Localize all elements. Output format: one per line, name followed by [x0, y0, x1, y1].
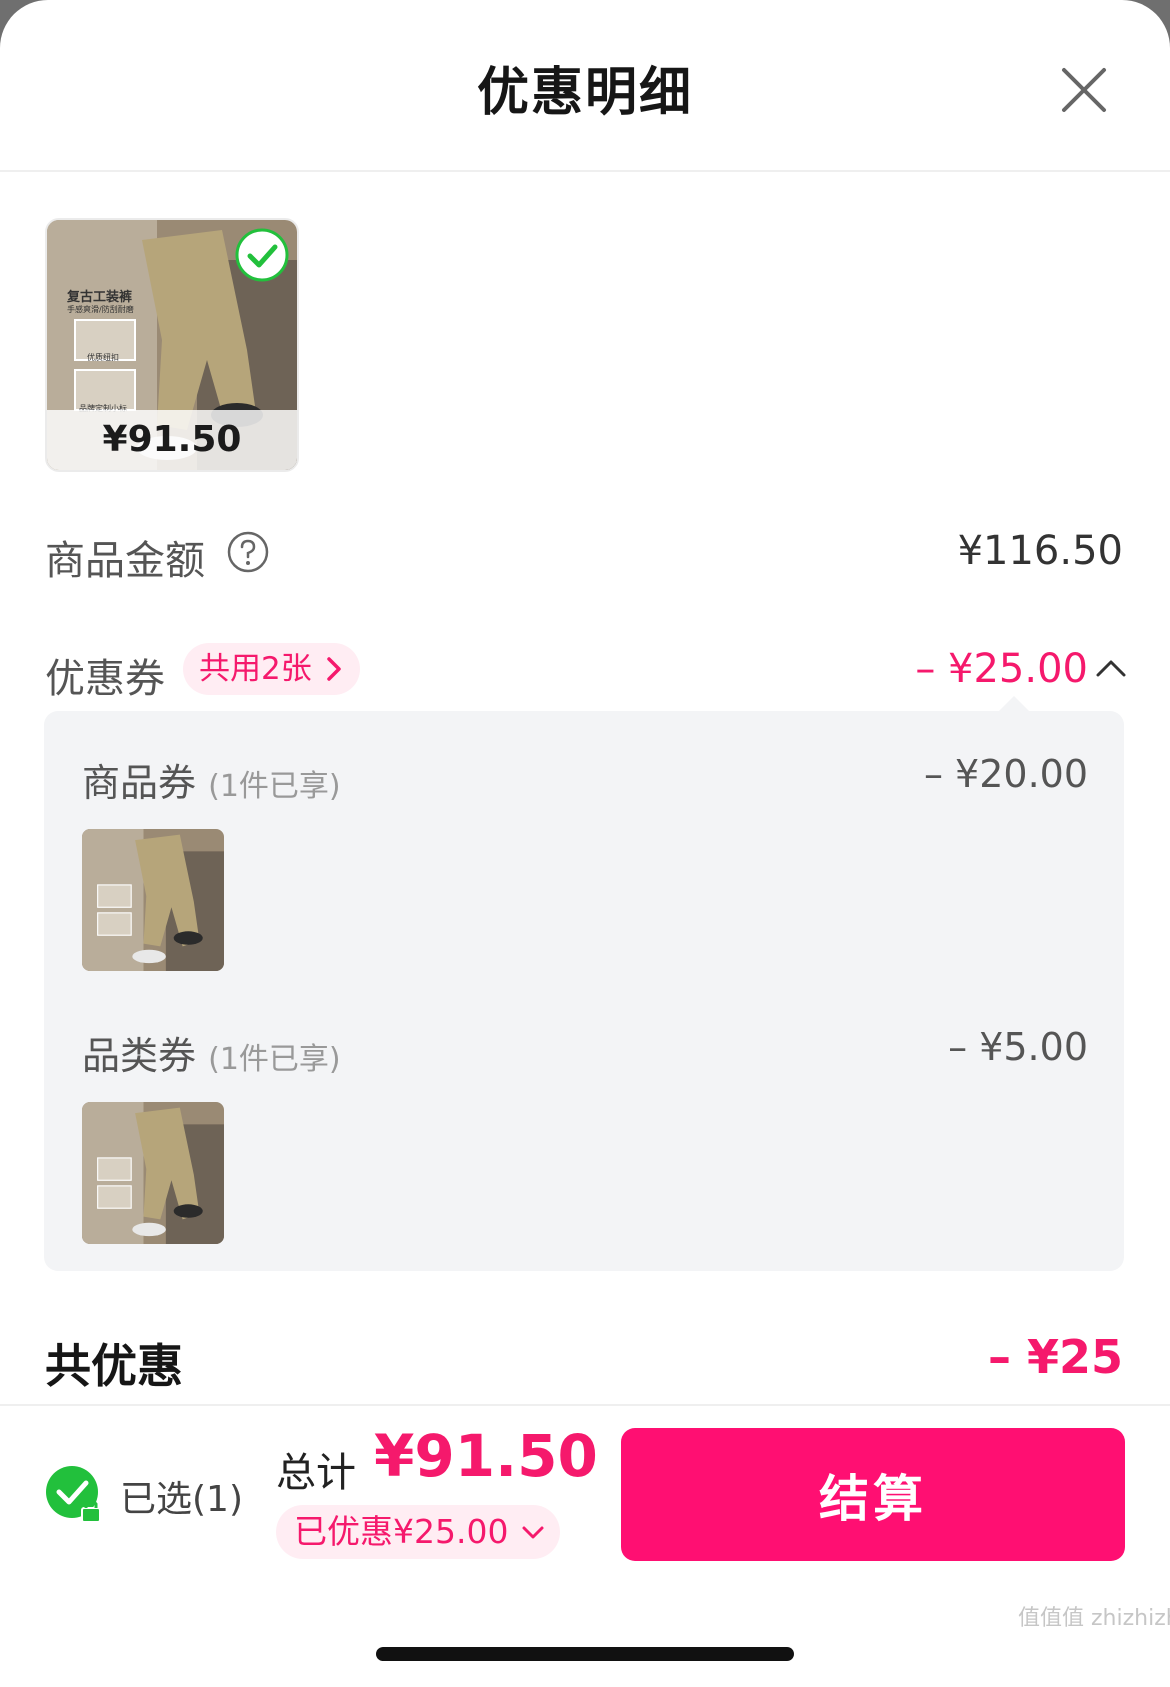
checkout-button[interactable]: 结算 [621, 1428, 1125, 1561]
total-discount-label: 共优惠 [45, 1339, 183, 1393]
sheet-title: 优惠明细 [476, 63, 693, 123]
coupon-detail-name: 品类券 [82, 1034, 197, 1078]
coupon-detail-name: 商品券 [82, 761, 197, 805]
coupon-detail-note: (1件已享) [208, 769, 341, 804]
product-thumbnail-image [82, 1102, 224, 1244]
coupon-detail-value: – ¥20.00 [923, 752, 1088, 796]
coupon-detail-label: 商品券 (1件已享) [82, 752, 341, 807]
chevron-right-icon [326, 657, 341, 681]
product-card-price: ¥91.50 [47, 410, 297, 470]
goods-amount-value: ¥116.50 [957, 528, 1123, 574]
coupon-detail-note: (1件已享) [208, 1042, 341, 1077]
product-image-text-1: 复古工装裤 [67, 290, 133, 305]
coupon-count-text: 共用2张 [199, 651, 312, 687]
total-price: ¥91.50 [374, 1422, 598, 1490]
product-image-text-2: 手感爽滑/防刮耐磨 [67, 305, 134, 314]
coupon-detail-value: – ¥5.00 [948, 1025, 1088, 1069]
coupon-label: 优惠券 [45, 656, 165, 702]
check-circle-icon [235, 228, 289, 282]
product-thumbnail-image [82, 829, 224, 971]
selected-count: 已选(1) [120, 1479, 243, 1520]
goods-amount-label: 商品金额 [45, 538, 205, 584]
select-all-check-icon[interactable] [44, 1464, 106, 1526]
coupon-total-value[interactable]: – ¥25.00 [915, 646, 1088, 692]
home-indicator [376, 1647, 794, 1661]
coupon-detail-thumbnail [82, 829, 224, 971]
product-image-text-3: 优质纽扣 [87, 353, 119, 362]
discount-detail-sheet: 优惠明细 复古工装裤 手感爽滑/防刮耐磨 优质纽扣 品牌定制小标 ¥91.50 … [0, 0, 1170, 1687]
saved-amount-text: 已优惠¥25.00 [294, 1512, 509, 1551]
saved-amount-chip[interactable]: 已优惠¥25.00 [276, 1505, 561, 1559]
sheet-header: 优惠明细 [0, 0, 1170, 172]
panel-pointer [998, 696, 1030, 712]
close-icon[interactable] [1052, 58, 1116, 122]
total-discount-value: – ¥25 [987, 1330, 1123, 1384]
coupon-detail-thumbnail [82, 1102, 224, 1244]
coupon-detail-label: 品类券 (1件已享) [82, 1025, 341, 1080]
watermark: 值值值 zhizhizhi.com [1018, 1606, 1170, 1631]
coupon-count-chip[interactable]: 共用2张 [183, 643, 360, 695]
chevron-down-icon [522, 1526, 544, 1539]
total-label: 总计 [276, 1450, 356, 1496]
chevron-up-icon[interactable] [1093, 653, 1129, 683]
question-circle-icon[interactable] [226, 530, 270, 574]
product-card[interactable]: 复古工装裤 手感爽滑/防刮耐磨 优质纽扣 品牌定制小标 ¥91.50 [45, 218, 299, 472]
